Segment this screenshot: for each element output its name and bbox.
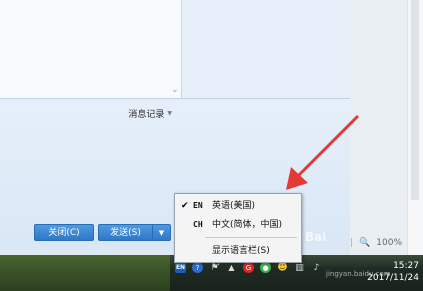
scrollbar-thumb[interactable]	[411, 0, 419, 200]
input-language-indicator[interactable]: EN	[175, 262, 186, 273]
menu-item-show-language-bar[interactable]: 显示语言栏(S)	[175, 242, 301, 260]
send-options-button[interactable]: ▼	[152, 224, 171, 241]
volume-icon[interactable]: ♪	[311, 262, 322, 273]
help-icon[interactable]: ?	[192, 262, 203, 273]
zoom-indicator[interactable]: | 🔍 100%	[350, 238, 402, 248]
show-hidden-icons-icon[interactable]: ▲	[226, 262, 237, 273]
baidu-watermark-logo: Bai	[305, 230, 327, 244]
zoom-separator: |	[350, 238, 354, 248]
security-app-icon[interactable]: G	[243, 262, 254, 273]
menu-item-chinese[interactable]: CH 中文(简体，中国)	[175, 216, 301, 234]
menu-separator	[205, 237, 297, 238]
taskbar-app-button[interactable]	[0, 255, 170, 291]
baidu-watermark-site: jingyan.baidu.com	[326, 270, 391, 278]
magnifier-icon: 🔍	[359, 238, 371, 248]
menu-item-english[interactable]: ✔ EN 英语(美国)	[175, 197, 301, 215]
pane-divider[interactable]	[0, 98, 350, 99]
right-side-panel	[181, 0, 351, 98]
checkmark-icon: ✔	[181, 201, 189, 211]
message-history-pane	[0, 0, 181, 98]
ime-flag-icon[interactable]: ⚑	[209, 262, 220, 273]
background-window	[350, 0, 423, 260]
zoom-level: 100%	[376, 238, 402, 248]
message-record-toggle[interactable]: 消息记录 ▼	[128, 107, 172, 120]
show-language-bar-label: 显示语言栏(S)	[212, 246, 270, 256]
wechat-icon[interactable]: ●	[260, 262, 271, 273]
language-code: CH	[193, 220, 203, 229]
qq-icon[interactable]: ☻	[277, 262, 288, 273]
message-record-label: 消息记录	[128, 110, 165, 120]
language-label: 英语(美国)	[212, 201, 256, 211]
network-icon[interactable]: ▥	[294, 262, 305, 273]
collapse-icon[interactable]: ⌄	[171, 86, 180, 95]
system-tray: EN ? ⚑ ▲ G ● ☻ ▥ ♪	[175, 262, 322, 273]
scrollbar[interactable]	[407, 0, 423, 260]
input-language-menu: ✔ EN 英语(美国) CH 中文(简体，中国) 显示语言栏(S)	[174, 193, 302, 263]
language-label: 中文(简体，中国)	[212, 220, 283, 230]
close-button[interactable]: 关闭(C)	[34, 224, 94, 241]
send-button[interactable]: 发送(S)	[98, 224, 152, 241]
language-code: EN	[193, 201, 203, 210]
chevron-down-icon: ▼	[167, 110, 172, 117]
